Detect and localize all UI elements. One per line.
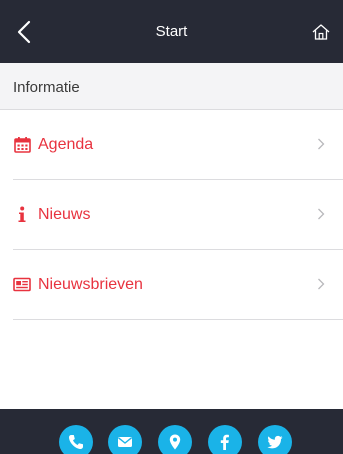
chevron-right-icon <box>318 138 325 150</box>
mail-button[interactable] <box>108 425 142 454</box>
section-header: Informatie <box>0 63 343 110</box>
twitter-icon <box>267 435 283 449</box>
list-item-label: Agenda <box>38 136 94 153</box>
facebook-icon <box>220 434 229 450</box>
bottom-social-bar <box>0 409 343 454</box>
phone-button[interactable] <box>59 425 93 454</box>
twitter-button[interactable] <box>258 425 292 454</box>
phone-icon <box>69 435 83 449</box>
list-item-label: Nieuws <box>38 206 91 223</box>
facebook-button[interactable] <box>208 425 242 454</box>
list-item-label: Nieuwsbrieven <box>38 276 143 293</box>
calendar-icon <box>13 135 31 153</box>
list-item-nieuws[interactable]: Nieuws <box>13 180 343 250</box>
section-title: Informatie <box>13 79 80 96</box>
menu-list: Agenda Nieuws Nieuwsbrieven <box>0 110 343 320</box>
chevron-right-icon <box>318 278 325 290</box>
info-icon <box>13 205 31 223</box>
chevron-left-icon <box>17 20 31 44</box>
top-navigation-bar: Start <box>0 0 343 63</box>
location-pin-icon <box>169 434 181 450</box>
list-item-agenda[interactable]: Agenda <box>13 110 343 180</box>
home-icon <box>312 24 330 40</box>
app-screen: Start Informatie Agenda Nieuws Nieuwsbri… <box>0 0 343 454</box>
page-title: Start <box>155 23 188 40</box>
back-button[interactable] <box>14 19 38 45</box>
home-button[interactable] <box>311 22 331 42</box>
newspaper-icon <box>13 275 31 293</box>
list-item-nieuwsbrieven[interactable]: Nieuwsbrieven <box>13 250 343 320</box>
chevron-right-icon <box>318 208 325 220</box>
mail-icon <box>118 437 132 447</box>
location-button[interactable] <box>158 425 192 454</box>
